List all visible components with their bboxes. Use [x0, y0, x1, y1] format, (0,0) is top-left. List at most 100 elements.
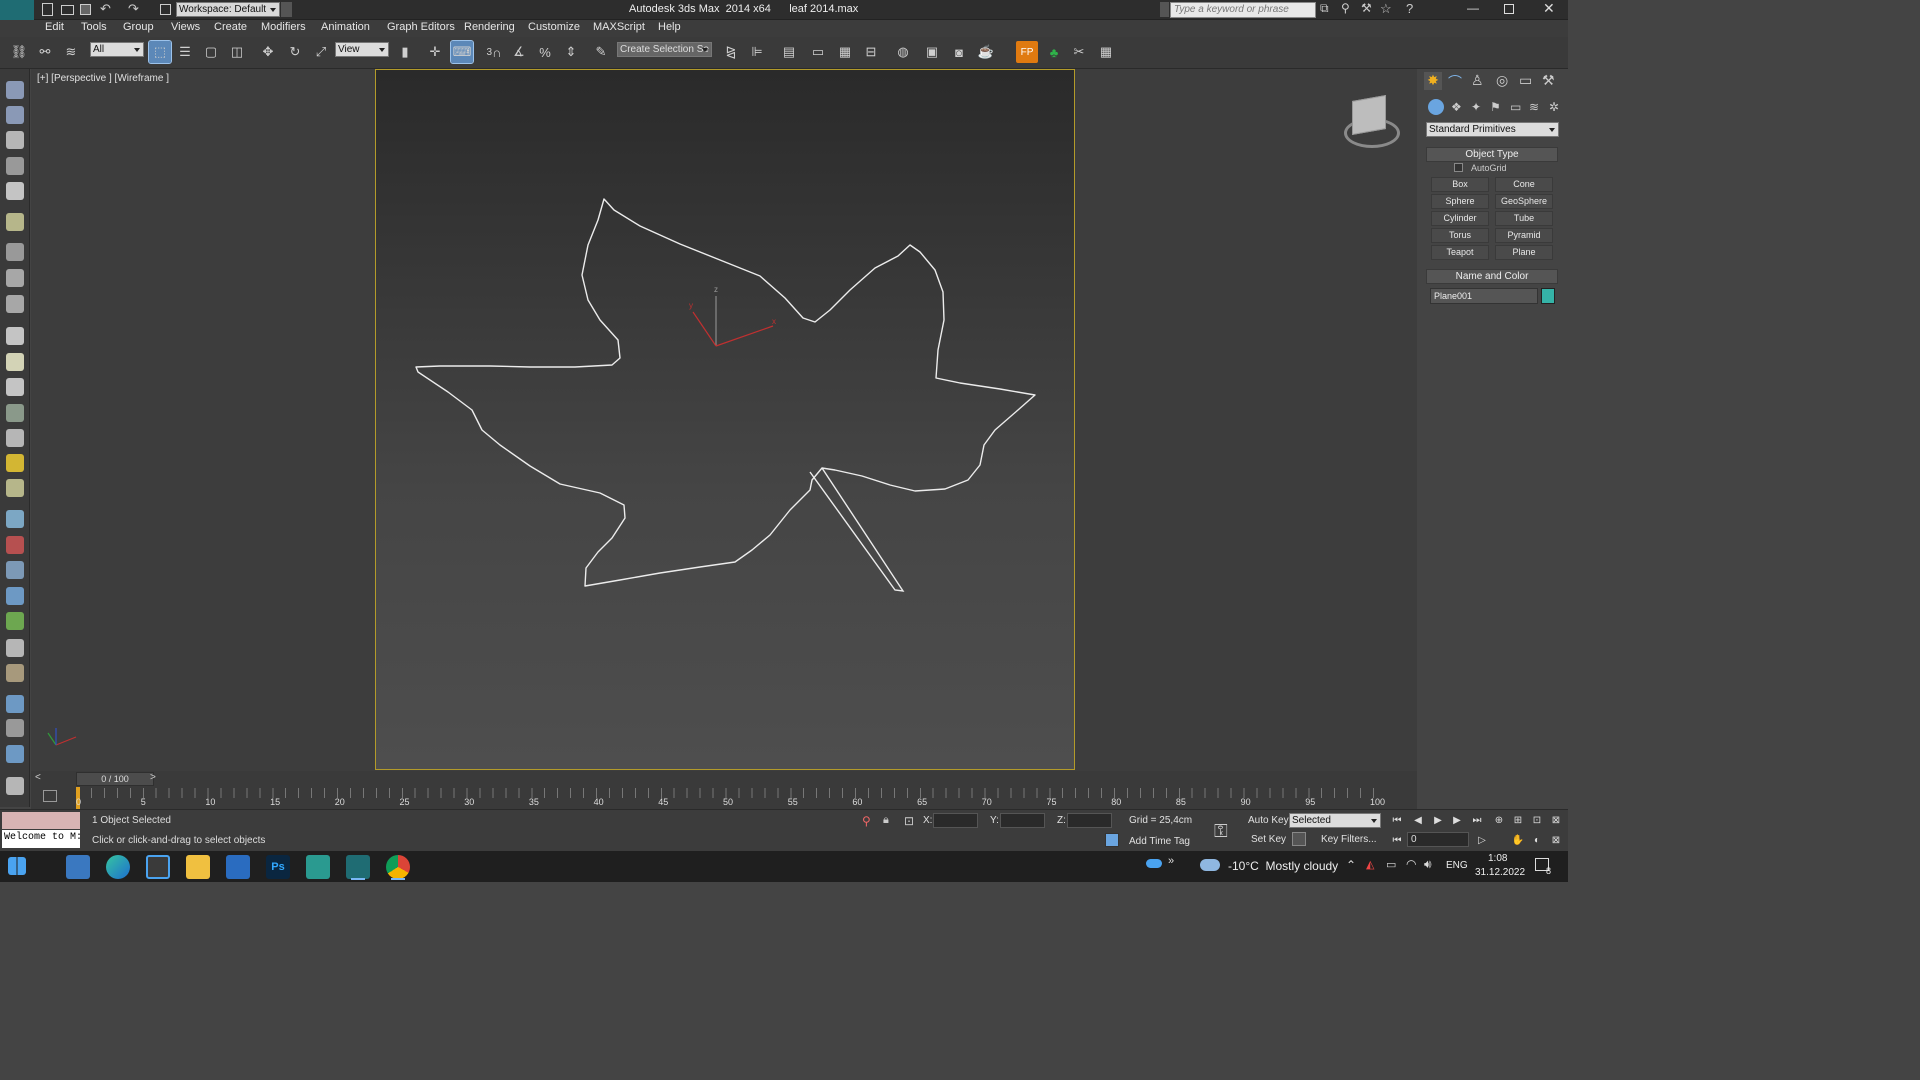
torus-button[interactable]: Torus [1431, 228, 1489, 243]
timeline-tick-label: 60 [852, 797, 863, 807]
zoom-all-icon[interactable]: ⊞ [1511, 814, 1525, 828]
object-name-field[interactable]: Plane001 [1430, 288, 1538, 304]
object-color-swatch[interactable] [1541, 288, 1555, 304]
network-icon[interactable]: ▭ [1386, 858, 1396, 871]
sphere-button[interactable]: Sphere [1431, 194, 1489, 209]
windows-start-icon[interactable] [8, 857, 26, 875]
current-frame-field[interactable]: 0 [1407, 832, 1469, 847]
previous-frame-icon[interactable]: ◀ [1411, 814, 1425, 828]
store-icon[interactable] [146, 855, 170, 879]
utilities-tab-icon[interactable]: ⚒ [1542, 72, 1555, 89]
lights-icon[interactable]: ✦ [1471, 100, 1481, 114]
maximize-viewport-icon[interactable]: ⊠ [1549, 834, 1563, 848]
timeline-tick-label: 35 [528, 797, 539, 807]
display-tab-icon[interactable]: ▭ [1519, 72, 1532, 89]
autogrid-label: AutoGrid [1471, 163, 1507, 173]
clock-time[interactable]: 1:08 [1488, 853, 1507, 864]
hierarchy-tab-icon[interactable]: ♙ [1471, 72, 1484, 89]
edge-icon[interactable] [106, 855, 130, 879]
photoshop-icon[interactable]: Ps [266, 855, 290, 879]
overflow-chevron-icon[interactable]: » [1168, 855, 1174, 867]
set-key-button[interactable]: Set Key [1251, 834, 1286, 845]
y-coord-label: Y: [990, 815, 999, 826]
tray-app-icon[interactable]: ◭ [1366, 858, 1374, 871]
plane-button[interactable]: Plane [1495, 245, 1553, 260]
auto-key-button[interactable]: Auto Key [1248, 815, 1289, 826]
maxscript-mini-listener[interactable]: Welcome to M: [2, 830, 80, 848]
go-to-start-icon[interactable]: ⏮ [1390, 814, 1404, 828]
key-tangent-icon[interactable] [1292, 832, 1306, 846]
timeline-tick-label: 100 [1370, 797, 1386, 807]
zoom-icon[interactable]: ⊕ [1492, 814, 1506, 828]
key-mode-dropdown[interactable]: Selected [1289, 813, 1381, 828]
pyramid-button[interactable]: Pyramid [1495, 228, 1553, 243]
zoom-extents-all-icon[interactable]: ⊠ [1549, 814, 1563, 828]
weather-text[interactable]: -10°C Mostly cloudy [1228, 859, 1338, 873]
box-button[interactable]: Box [1431, 177, 1489, 192]
add-time-tag-button[interactable]: Add Time Tag [1129, 836, 1190, 847]
timeline-tick-label: 50 [723, 797, 734, 807]
isolate-pin-icon[interactable]: ⚲ [862, 814, 871, 828]
prev-frame-arrow[interactable]: < [35, 772, 41, 783]
helpers-icon[interactable]: ▭ [1510, 100, 1521, 114]
name-color-rollout[interactable]: Name and Color [1426, 269, 1558, 284]
zoom-extents-icon[interactable]: ⊡ [1530, 814, 1544, 828]
motion-tab-icon[interactable]: ◎ [1496, 72, 1508, 89]
maxscript-mini-listener-top[interactable] [2, 812, 80, 829]
orbit-icon[interactable]: ◐ [1530, 834, 1544, 848]
modify-tab-icon[interactable]: ⌒ [1448, 72, 1462, 92]
file-manager-icon[interactable] [66, 855, 90, 879]
x-coord-field[interactable] [933, 813, 978, 828]
shapes-icon[interactable]: ❖ [1451, 100, 1462, 114]
cone-button[interactable]: Cone [1495, 177, 1553, 192]
teapot-button[interactable]: Teapot [1431, 245, 1489, 260]
mini-curve-editor-icon[interactable] [43, 790, 57, 802]
leaf-spline-object[interactable] [0, 0, 1568, 882]
key-mode-toggle-icon[interactable]: ⏮ [1390, 834, 1404, 848]
wifi-icon[interactable]: ◠ [1406, 857, 1416, 871]
time-slider-thumb[interactable]: 0 / 100 [76, 772, 154, 786]
3dsmax-icon[interactable] [306, 855, 330, 879]
geometry-icon[interactable] [1428, 99, 1444, 115]
track-bar[interactable]: 0 5 10 15 20 25 30 35 40 45 50 55 60 65 70 75 80 85 90 95 10… [31, 787, 1417, 809]
geosphere-button[interactable]: GeoSphere [1495, 194, 1553, 209]
create-tab-icon[interactable]: ✸ [1424, 72, 1442, 90]
chrome-icon[interactable] [386, 855, 410, 879]
explorer-icon[interactable] [186, 855, 210, 879]
language-indicator[interactable]: ENG [1446, 860, 1468, 871]
object-type-rollout[interactable]: Object Type [1426, 147, 1558, 162]
onedrive-icon[interactable] [1146, 859, 1162, 868]
viewcube-cube[interactable] [1352, 95, 1386, 135]
windows-taskbar: Ps » -10°C Mostly cloudy ⌃ ◭ ▭ ◠ 🔊︎ ENG … [0, 851, 1568, 882]
cameras-icon[interactable]: ⚑ [1490, 100, 1501, 114]
pan-view-icon[interactable]: ✋ [1511, 834, 1525, 848]
leaf-stem[interactable] [809, 467, 905, 592]
z-coord-field[interactable] [1067, 813, 1112, 828]
mail-icon[interactable] [226, 855, 250, 879]
primitive-category-dropdown[interactable]: Standard Primitives [1426, 122, 1559, 137]
spacewarps-icon[interactable]: ≋ [1529, 100, 1539, 114]
leaf-outline[interactable] [415, 198, 1036, 587]
next-frame-icon[interactable]: ▶ [1450, 814, 1464, 828]
volume-icon[interactable]: 🔊︎ [1424, 857, 1432, 872]
y-coord-field[interactable] [1000, 813, 1045, 828]
tray-chevron-icon[interactable]: ⌃ [1346, 858, 1356, 872]
absolute-mode-icon[interactable]: ⊡ [904, 814, 914, 828]
cylinder-button[interactable]: Cylinder [1431, 211, 1489, 226]
field-of-view-icon[interactable]: ▷ [1475, 834, 1489, 848]
key-filters-button[interactable]: Key Filters... [1321, 834, 1377, 845]
clock-date[interactable]: 31.12.2022 [1475, 867, 1525, 878]
play-icon[interactable]: ▶ [1431, 814, 1445, 828]
time-slider[interactable]: < 0 / 100 > [31, 771, 1417, 787]
tube-button[interactable]: Tube [1495, 211, 1553, 226]
autogrid-checkbox[interactable] [1454, 163, 1463, 172]
systems-icon[interactable]: ✲ [1549, 100, 1559, 114]
gizmo-x-label: x [772, 317, 776, 326]
set-key-mode-icon[interactable]: ⚿ [1214, 821, 1228, 842]
go-to-end-icon[interactable]: ⏭ [1470, 814, 1484, 828]
weather-cloud-icon[interactable] [1200, 859, 1220, 871]
3dsmax-active-icon[interactable] [346, 855, 370, 879]
next-frame-arrow[interactable]: > [150, 772, 156, 783]
selection-lock-icon[interactable]: 🔒︎ [883, 814, 889, 827]
time-tag-icon[interactable] [1105, 833, 1119, 847]
